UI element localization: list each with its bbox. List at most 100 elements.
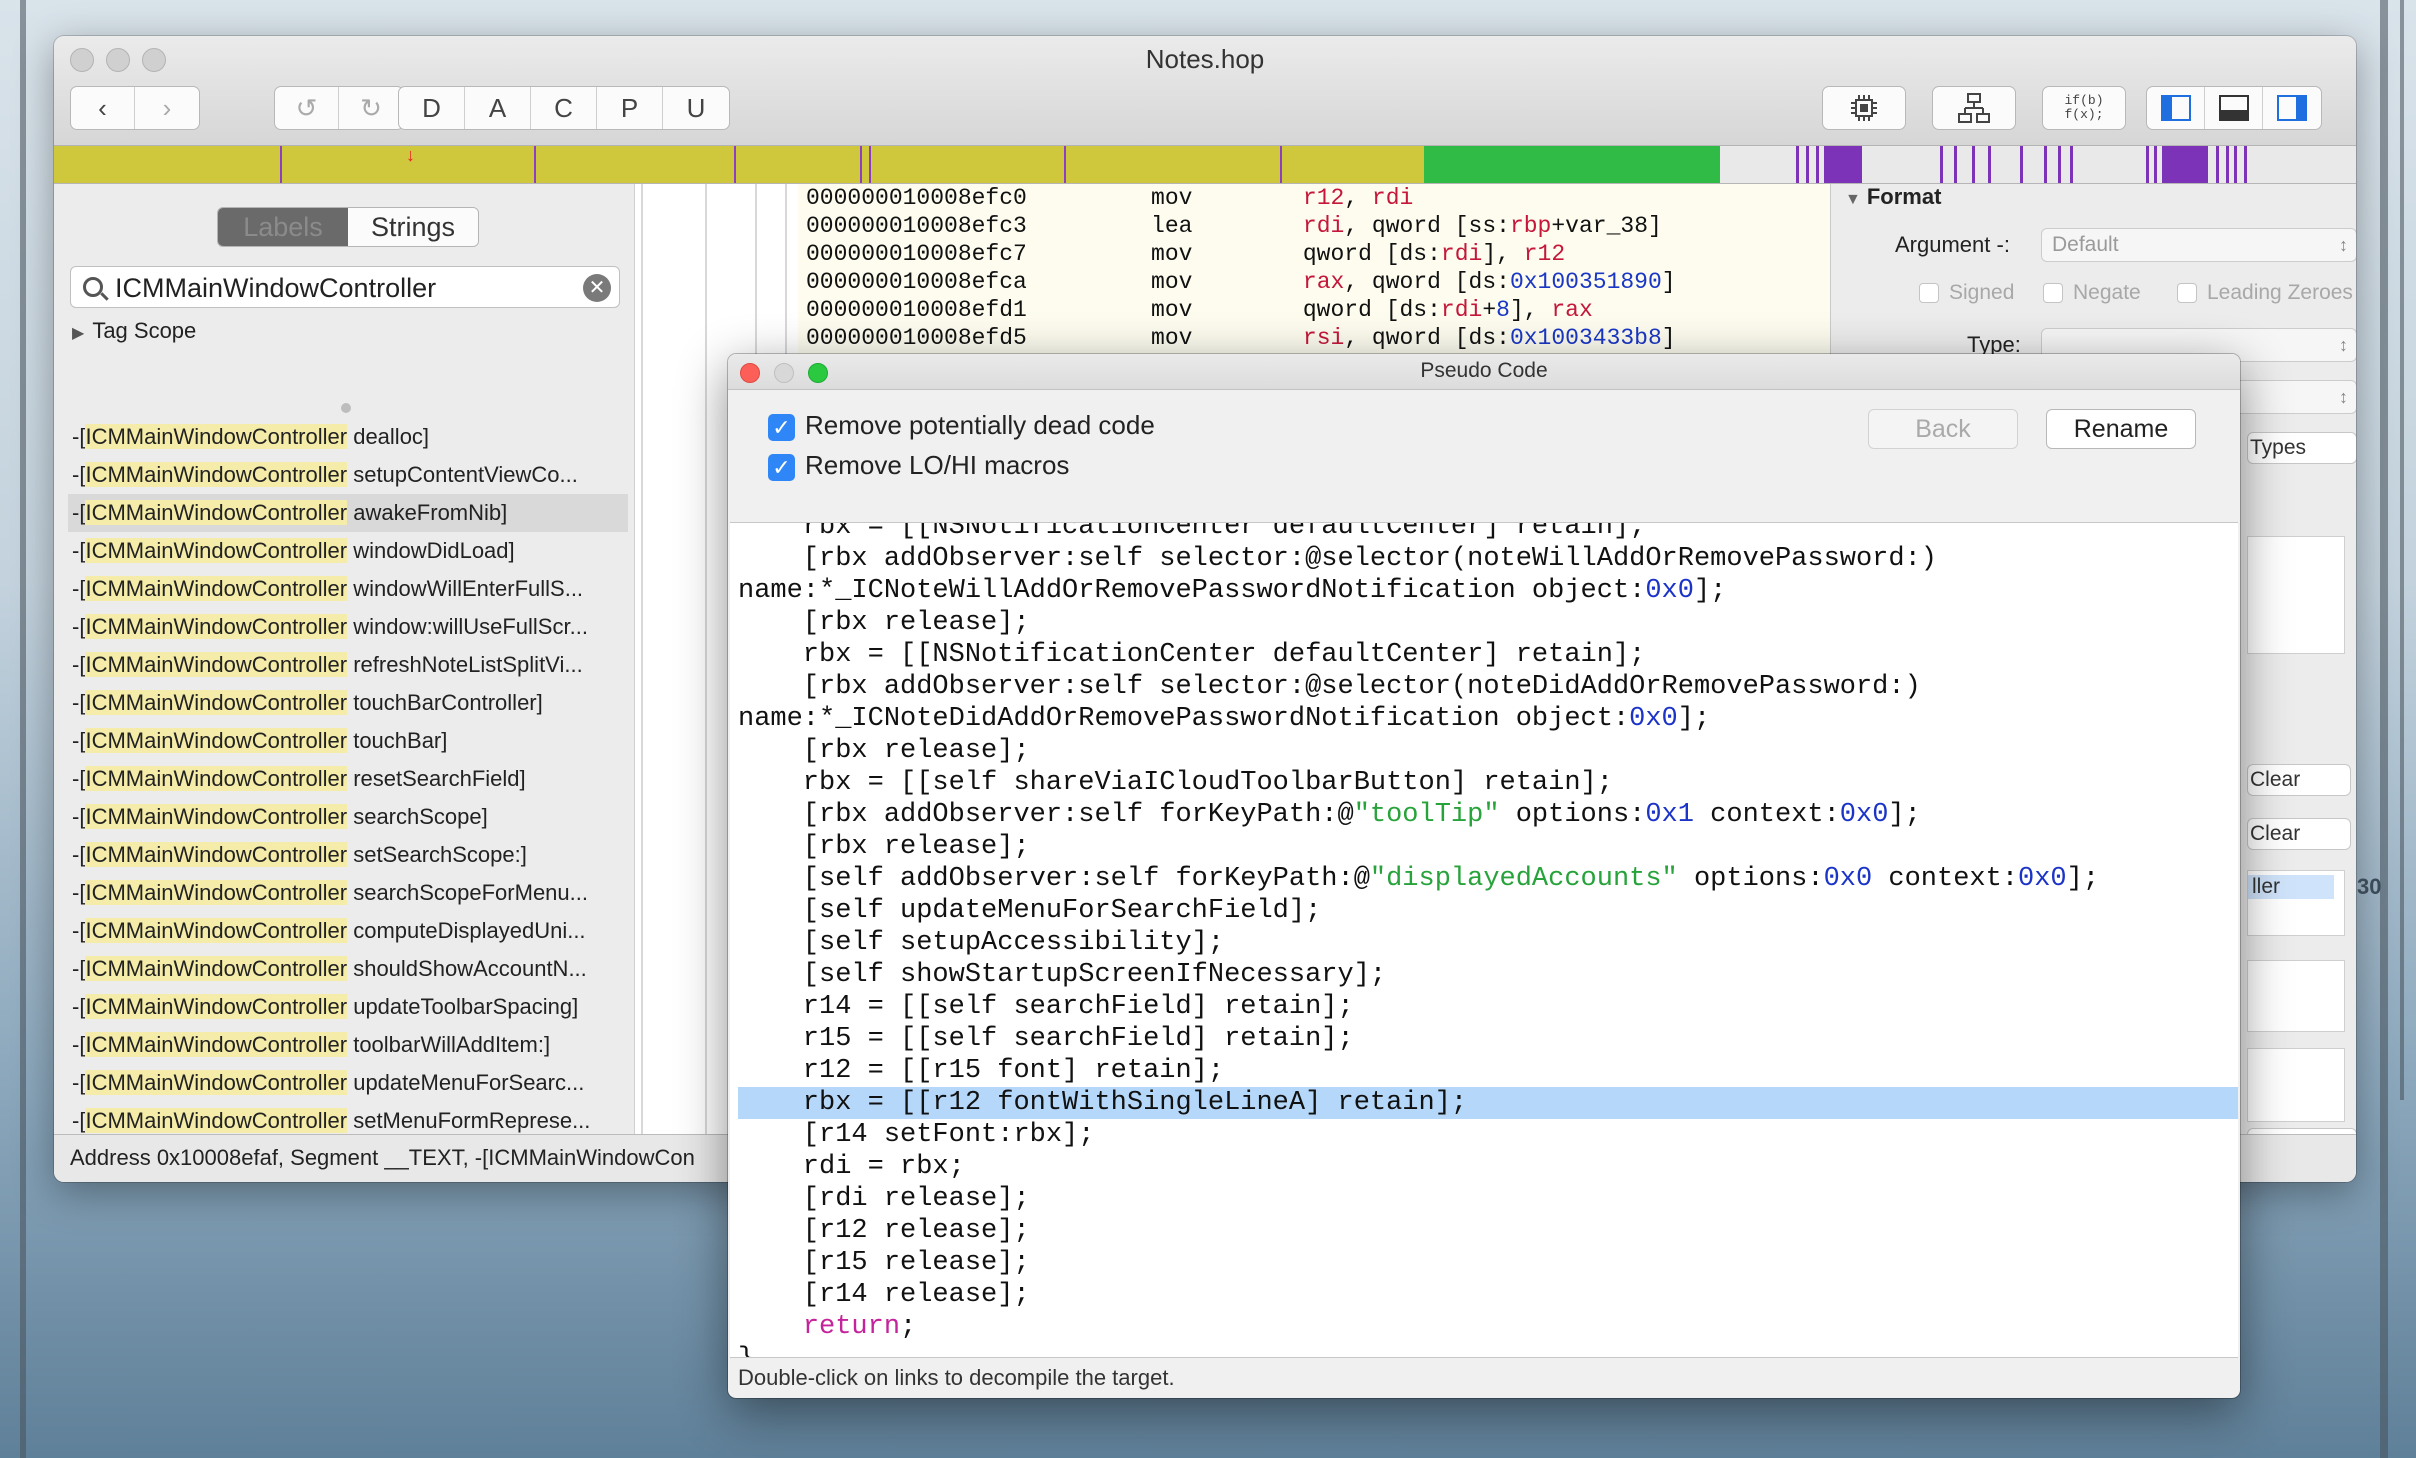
- list-item[interactable]: -[ICMMainWindowController refreshNoteLis…: [68, 646, 628, 684]
- marker-tick: [1940, 146, 1943, 183]
- list-item[interactable]: -[ICMMainWindowController shouldShowAcco…: [68, 950, 628, 988]
- rename-button[interactable]: Rename: [2046, 409, 2196, 449]
- code-line[interactable]: [rbx addObserver:self selector:@selector…: [738, 671, 2238, 703]
- code-line[interactable]: [rbx release];: [738, 607, 2238, 639]
- code-line[interactable]: rbx = [[NSNotificationCenter defaultCent…: [738, 523, 2238, 543]
- types-button[interactable]: Types: [2247, 432, 2356, 464]
- list-item[interactable]: -[ICMMainWindowController touchBarContro…: [68, 684, 628, 722]
- label-method: dealloc]: [347, 424, 430, 449]
- code-line[interactable]: [rbx release];: [738, 831, 2238, 863]
- code-line[interactable]: }: [738, 1343, 2238, 1357]
- assembly-line[interactable]: 000000010008efca mov rax, qword [ds:0x10…: [806, 268, 1676, 296]
- search-input[interactable]: ICMMainWindowController: [115, 273, 436, 304]
- toggle-right-panel-button[interactable]: [2263, 87, 2321, 129]
- undo-button[interactable]: ↺: [275, 87, 339, 129]
- marker-tick: [2020, 146, 2023, 183]
- format-section-header[interactable]: ▼ Format: [1845, 184, 1941, 210]
- code-line[interactable]: r12 = [[r15 font] retain];: [738, 1055, 2238, 1087]
- code-line[interactable]: name:*_ICNoteDidAddOrRemovePasswordNotif…: [738, 703, 2238, 735]
- clear-button-1[interactable]: Clear: [2247, 764, 2351, 796]
- code-token-c-num: 0x0: [1629, 704, 1678, 734]
- list-item[interactable]: -[ICMMainWindowController updateMenuForS…: [68, 1064, 628, 1102]
- reference-list-item[interactable]: ller: [2248, 875, 2334, 899]
- cpu-mode-button[interactable]: [1823, 87, 1905, 129]
- cfg-mode-button[interactable]: [1933, 87, 2015, 129]
- tab-strings[interactable]: Strings: [348, 208, 478, 246]
- label-search-field[interactable]: ICMMainWindowController ✕: [70, 266, 620, 308]
- code-line[interactable]: r15 = [[self searchField] retain];: [738, 1023, 2238, 1055]
- code-line[interactable]: [rbx addObserver:self forKeyPath:@"toolT…: [738, 799, 2238, 831]
- code-line[interactable]: [rdi release];: [738, 1183, 2238, 1215]
- code-token: rdi = rbx;: [738, 1152, 965, 1182]
- list-item[interactable]: -[ICMMainWindowController setupContentVi…: [68, 456, 628, 494]
- code-line[interactable]: return;: [738, 1311, 2238, 1343]
- code-line[interactable]: [r12 release];: [738, 1215, 2238, 1247]
- list-box[interactable]: [2247, 960, 2345, 1032]
- code-line[interactable]: r14 = [[self searchField] retain];: [738, 991, 2238, 1023]
- list-item[interactable]: -[ICMMainWindowController awakeFromNib]: [68, 494, 628, 532]
- type-button-c[interactable]: C: [531, 87, 597, 129]
- remove-dead-code-checkbox[interactable]: ✓ Remove potentially dead code: [768, 410, 1155, 441]
- forward-navigation-button[interactable]: ›: [135, 87, 199, 129]
- list-item[interactable]: -[ICMMainWindowController windowDidLoad]: [68, 532, 628, 570]
- pseudo-code-editor[interactable]: rbx = [[NSNotificationCenter defaultCent…: [730, 522, 2238, 1358]
- code-line[interactable]: [self updateMenuForSearchField];: [738, 895, 2238, 927]
- tab-labels[interactable]: Labels: [218, 208, 348, 246]
- list-box[interactable]: [2247, 1048, 2345, 1122]
- pseudo-code-button[interactable]: if(b) f(x);: [2043, 87, 2125, 129]
- type-button-d[interactable]: D: [399, 87, 465, 129]
- code-line[interactable]: name:*_ICNoteWillAddOrRemovePasswordNoti…: [738, 575, 2238, 607]
- code-line[interactable]: [r15 release];: [738, 1247, 2238, 1279]
- leading-zeroes-checkbox[interactable]: Leading Zeroes: [2177, 281, 2353, 305]
- list-item[interactable]: -[ICMMainWindowController searchScope]: [68, 798, 628, 836]
- toggle-bottom-panel-button[interactable]: [2205, 87, 2263, 129]
- list-item[interactable]: -[ICMMainWindowController updateToolbarS…: [68, 988, 628, 1026]
- list-item[interactable]: -[ICMMainWindowController setSearchScope…: [68, 836, 628, 874]
- argument-format-popup[interactable]: Default ↕: [2041, 228, 2356, 262]
- code-line[interactable]: [rbx release];: [738, 735, 2238, 767]
- list-item[interactable]: -[ICMMainWindowController computeDisplay…: [68, 912, 628, 950]
- comment-text-area[interactable]: [2247, 536, 2345, 654]
- code-line[interactable]: [rbx addObserver:self selector:@selector…: [738, 543, 2238, 575]
- type-button-u[interactable]: U: [663, 87, 729, 129]
- code-line[interactable]: rbx = [[r12 fontWithSingleLineA] retain]…: [738, 1087, 2238, 1119]
- list-item[interactable]: -[ICMMainWindowController windowWillEnte…: [68, 570, 628, 608]
- code-line[interactable]: rbx = [[NSNotificationCenter defaultCent…: [738, 639, 2238, 671]
- assembly-line[interactable]: 000000010008efc7 mov qword [ds:rdi], r12: [806, 240, 1676, 268]
- tag-scope-disclosure[interactable]: ▶ Tag Scope: [72, 318, 196, 344]
- list-item[interactable]: -[ICMMainWindowController resetSearchFie…: [68, 760, 628, 798]
- list-item[interactable]: -[ICMMainWindowController toolbarWillAdd…: [68, 1026, 628, 1064]
- code-line[interactable]: rdi = rbx;: [738, 1151, 2238, 1183]
- clear-search-icon[interactable]: ✕: [583, 274, 611, 302]
- clear-button-2[interactable]: Clear: [2247, 818, 2351, 850]
- assembly-line[interactable]: 000000010008efc3 lea rdi, qword [ss:rbp+…: [806, 212, 1676, 240]
- code-line[interactable]: [self showStartupScreenIfNecessary];: [738, 959, 2238, 991]
- back-button[interactable]: Back: [1868, 409, 2018, 449]
- list-item[interactable]: -[ICMMainWindowController window:willUse…: [68, 608, 628, 646]
- assembly-line[interactable]: 000000010008efd5 mov rsi, qword [ds:0x10…: [806, 324, 1676, 352]
- code-line[interactable]: [r14 release];: [738, 1279, 2238, 1311]
- list-item[interactable]: -[ICMMainWindowController touchBar]: [68, 722, 628, 760]
- code-line[interactable]: rbx = [[self shareViaICloudToolbarButton…: [738, 767, 2238, 799]
- remove-lohi-macros-checkbox[interactable]: ✓ Remove LO/HI macros: [768, 450, 1069, 481]
- code-token: +: [1482, 297, 1497, 323]
- assembly-line[interactable]: 000000010008efd1 mov qword [ds:rdi+8], r…: [806, 296, 1676, 324]
- type-button-p[interactable]: P: [597, 87, 663, 129]
- code-line[interactable]: [self setupAccessibility];: [738, 927, 2238, 959]
- code-line[interactable]: [r14 setFont:rbx];: [738, 1119, 2238, 1151]
- back-navigation-button[interactable]: ‹: [71, 87, 135, 129]
- reference-list[interactable]: ller: [2247, 870, 2345, 936]
- toggle-left-panel-button[interactable]: [2147, 87, 2205, 129]
- segment-navigation-bar[interactable]: ↓: [54, 146, 2356, 184]
- signed-checkbox[interactable]: Signed: [1919, 281, 2014, 305]
- disclosure-triangle-icon: ▼: [1845, 191, 1861, 208]
- label-prefix: -[: [72, 500, 86, 525]
- type-button-a[interactable]: A: [465, 87, 531, 129]
- negate-checkbox[interactable]: Negate: [2043, 281, 2141, 305]
- redo-button[interactable]: ↻: [339, 87, 403, 129]
- code-line[interactable]: [self addObserver:self forKeyPath:@"disp…: [738, 863, 2238, 895]
- list-item[interactable]: -[ICMMainWindowController dealloc]: [68, 418, 628, 456]
- assembly-line[interactable]: 000000010008efc0 mov r12, rdi: [806, 184, 1676, 212]
- label-prefix: -[: [72, 880, 86, 905]
- list-item[interactable]: -[ICMMainWindowController searchScopeFor…: [68, 874, 628, 912]
